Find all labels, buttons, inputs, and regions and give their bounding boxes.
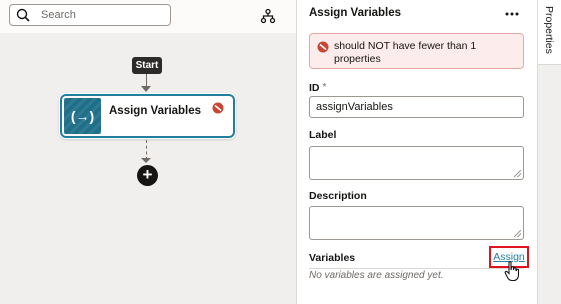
resize-handle[interactable]	[514, 170, 521, 177]
error-icon	[212, 102, 224, 114]
hierarchy-icon[interactable]	[260, 8, 276, 24]
description-textarea[interactable]	[309, 206, 524, 240]
required-indicator: *	[322, 82, 327, 93]
properties-panel: Assign Variables should NOT have fewer t…	[296, 0, 537, 304]
description-label: Description	[309, 190, 367, 202]
variables-row: Variables Assign	[309, 246, 529, 268]
add-step-button[interactable]: +	[137, 165, 158, 186]
label-label: Label	[309, 129, 337, 141]
flow-connector-dashed	[146, 140, 147, 160]
panel-title: Assign Variables	[309, 7, 402, 19]
search-input[interactable]: Search	[41, 9, 76, 21]
assign-variables-node[interactable]: (→) Assign Variables	[60, 94, 235, 138]
more-options-icon[interactable]	[504, 7, 520, 21]
flow-connector	[146, 74, 147, 86]
search-icon	[16, 8, 30, 22]
error-icon	[317, 41, 329, 53]
resize-handle[interactable]	[514, 230, 521, 237]
tab-properties-label: Properties	[543, 6, 555, 54]
id-field[interactable]	[309, 96, 524, 118]
label-textarea[interactable]	[309, 146, 524, 180]
error-message: should NOT have fewer than 1 properties	[334, 40, 477, 65]
connector-arrow	[141, 86, 151, 92]
divider	[309, 268, 524, 269]
no-variables-text: No variables are assigned yet.	[309, 270, 444, 281]
side-tab-rail: Properties	[537, 0, 561, 304]
node-title: Assign Variables	[109, 105, 202, 117]
connector-arrow	[141, 158, 151, 163]
variables-label: Variables	[309, 252, 356, 264]
search-field[interactable]: Search	[9, 4, 171, 26]
assign-variables-icon: (→)	[64, 98, 101, 134]
flow-canvas[interactable]: Search Start (→) Assign Variables +	[0, 0, 296, 304]
hand-cursor-icon	[504, 261, 520, 282]
validation-error: should NOT have fewer than 1 properties	[309, 33, 524, 69]
id-label: ID *	[309, 82, 327, 94]
canvas-toolbar: Search	[0, 0, 296, 33]
tab-properties[interactable]: Properties	[538, 0, 561, 65]
start-marker: Start	[132, 57, 162, 74]
